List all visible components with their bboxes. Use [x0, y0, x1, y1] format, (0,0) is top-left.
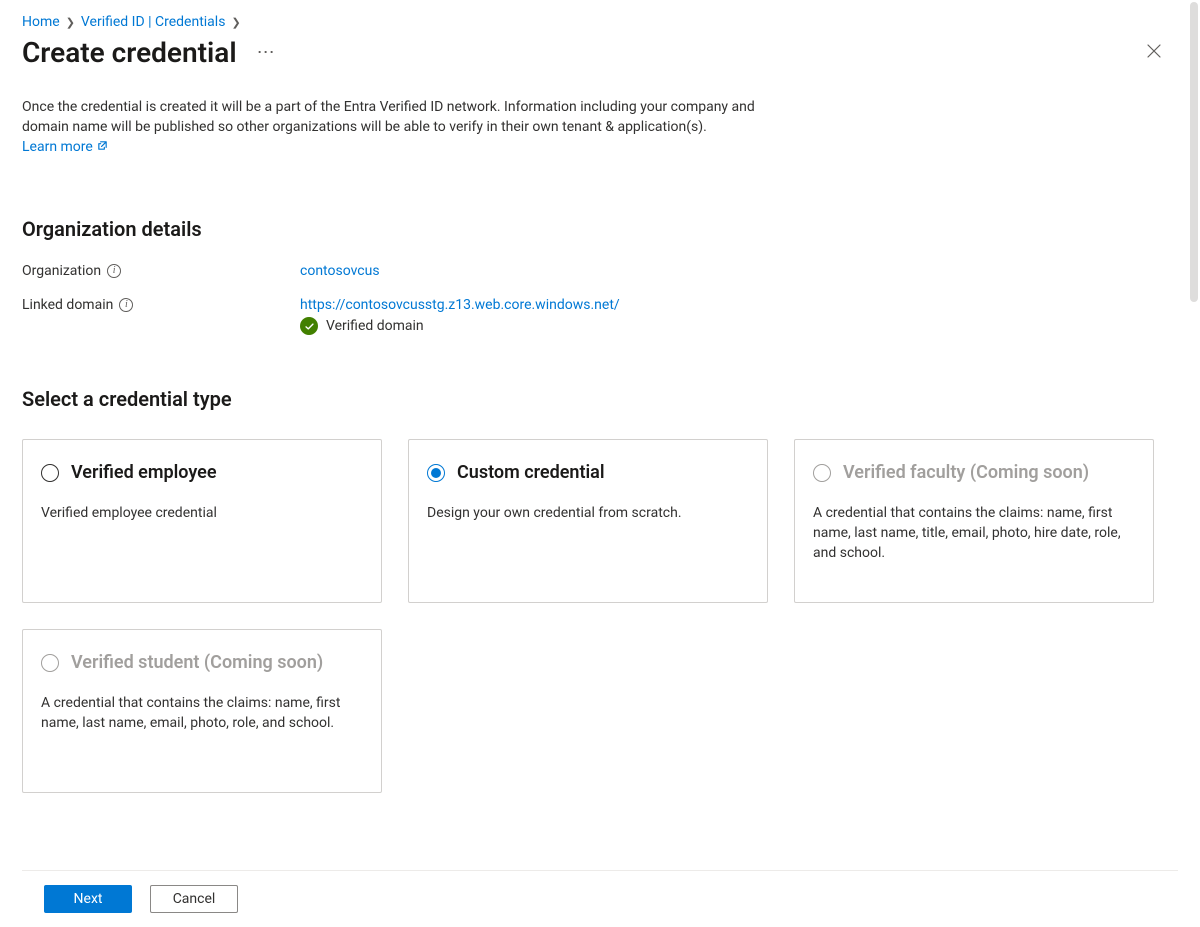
breadcrumb-verified-id[interactable]: Verified ID | Credentials	[81, 14, 226, 30]
org-details-heading: Organization details	[22, 217, 1170, 241]
card-desc: Design your own credential from scratch.	[427, 503, 749, 523]
info-icon[interactable]: i	[119, 298, 133, 312]
learn-more-link[interactable]: Learn more	[22, 137, 108, 157]
select-credential-heading: Select a credential type	[22, 387, 1170, 411]
breadcrumb-home[interactable]: Home	[22, 14, 60, 30]
chevron-right-icon: ❯	[66, 16, 75, 29]
card-title: Custom credential	[457, 462, 605, 483]
card-desc: Verified employee credential	[41, 503, 363, 523]
cancel-button[interactable]: Cancel	[150, 885, 238, 913]
organization-link[interactable]: contosovcus	[300, 263, 380, 279]
organization-label: Organization	[22, 263, 101, 279]
linked-domain-link[interactable]: https://contosovcusstg.z13.web.core.wind…	[300, 297, 620, 313]
verified-domain-text: Verified domain	[326, 318, 424, 334]
radio-custom-credential[interactable]	[427, 464, 445, 482]
radio-verified-student	[41, 654, 59, 672]
card-title: Verified student (Coming soon)	[71, 652, 323, 673]
card-custom-credential[interactable]: Custom credential Design your own creden…	[408, 439, 768, 603]
card-desc: A credential that contains the claims: n…	[41, 693, 363, 733]
check-circle-icon	[300, 317, 318, 335]
card-verified-faculty: Verified faculty (Coming soon) A credent…	[794, 439, 1154, 603]
info-icon[interactable]: i	[107, 264, 121, 278]
radio-verified-faculty	[813, 464, 831, 482]
intro-text: Once the credential is created it will b…	[22, 97, 792, 157]
close-button[interactable]	[1138, 37, 1170, 69]
more-actions-button[interactable]: ⋯	[251, 38, 283, 67]
card-title: Verified employee	[71, 462, 217, 483]
card-title: Verified faculty (Coming soon)	[843, 462, 1089, 483]
card-verified-student: Verified student (Coming soon) A credent…	[22, 629, 382, 793]
card-verified-employee[interactable]: Verified employee Verified employee cred…	[22, 439, 382, 603]
scrollbar-thumb[interactable]	[1190, 2, 1198, 302]
next-button[interactable]: Next	[44, 885, 132, 913]
radio-verified-employee[interactable]	[41, 464, 59, 482]
linked-domain-label: Linked domain	[22, 297, 113, 313]
chevron-right-icon: ❯	[231, 16, 240, 29]
page-title: Create credential	[22, 36, 237, 69]
external-link-icon	[97, 137, 108, 157]
footer-actions: Next Cancel	[22, 870, 1178, 927]
breadcrumb: Home ❯ Verified ID | Credentials ❯	[22, 14, 1170, 30]
card-desc: A credential that contains the claims: n…	[813, 503, 1135, 563]
